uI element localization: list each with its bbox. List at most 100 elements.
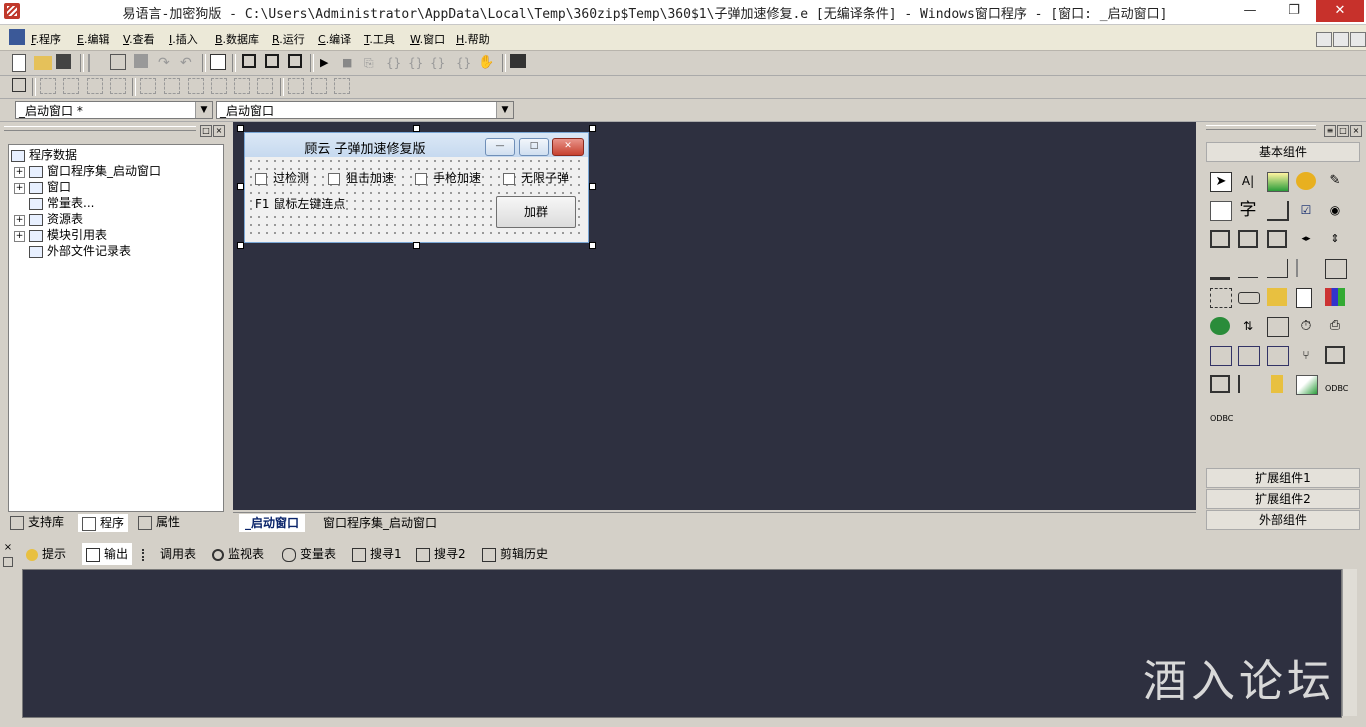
window-selector[interactable]: _启动窗口 * ▼ <box>15 101 213 119</box>
undo-icon[interactable]: ↶ <box>180 54 198 72</box>
menu-window[interactable]: W.窗口 <box>410 31 445 47</box>
copy-icon[interactable] <box>110 54 126 70</box>
component-selector[interactable]: _启动窗口 ▼ <box>216 101 514 119</box>
resize-handle[interactable] <box>413 125 420 132</box>
shape-icon[interactable] <box>1296 172 1316 190</box>
database-provider-icon[interactable] <box>1271 375 1283 393</box>
menu-compile[interactable]: C.编译 <box>318 31 351 47</box>
app-menu-icon[interactable] <box>9 29 25 45</box>
extension-components-1-header[interactable]: 扩展组件1 <box>1206 468 1360 488</box>
radio-button-icon[interactable]: ◉ <box>1325 201 1345 219</box>
expand-icon[interactable]: + <box>14 215 25 226</box>
align-left-icon[interactable] <box>40 78 56 94</box>
tab-support-library[interactable]: 支持库 <box>10 513 64 531</box>
step-over-icon[interactable]: {} <box>408 54 426 72</box>
client-socket-icon[interactable] <box>1210 346 1232 366</box>
tree-item-external-files[interactable]: 外部文件记录表 <box>29 243 131 259</box>
tab-search-2[interactable]: 搜寻2 <box>416 543 466 565</box>
step-into-icon[interactable]: {} <box>386 54 404 72</box>
folder-box-icon[interactable] <box>1267 288 1287 306</box>
panel-grip[interactable] <box>1206 125 1316 130</box>
panel-close-button[interactable]: × <box>213 125 225 137</box>
save-icon[interactable] <box>56 54 71 69</box>
checkbox-infinite-ammo[interactable]: 无限子弹 <box>503 169 569 186</box>
expand-icon[interactable]: + <box>14 231 25 242</box>
align-right-icon[interactable] <box>87 78 103 94</box>
tab-control-icon[interactable] <box>1267 259 1288 278</box>
table-icon[interactable] <box>1325 346 1345 364</box>
properties-icon[interactable] <box>12 78 26 92</box>
mdi-minimize-button[interactable] <box>1316 32 1332 47</box>
align-bottom-icon[interactable] <box>188 78 204 94</box>
step-out-icon[interactable]: {} <box>430 54 448 72</box>
timer-icon[interactable]: ⏱ <box>1296 317 1316 335</box>
same-size-vertical-icon[interactable] <box>311 78 327 94</box>
drawing-board-icon[interactable]: ✎ <box>1325 172 1345 190</box>
combo-box-icon[interactable] <box>1238 292 1260 304</box>
paste-icon[interactable] <box>134 54 148 68</box>
mdi-restore-button[interactable] <box>1333 32 1349 47</box>
minimize-button[interactable]: — <box>1228 0 1272 22</box>
resize-handle[interactable] <box>589 183 596 190</box>
menu-database[interactable]: B.数据库 <box>215 31 259 47</box>
tab-clipboard-history[interactable]: 剪辑历史 <box>482 543 548 565</box>
panel-icon[interactable] <box>1238 230 1258 248</box>
splitter-icon[interactable] <box>1296 259 1318 277</box>
data-packet-icon[interactable] <box>1267 346 1289 366</box>
form-preview[interactable]: 顾云 子弹加速修复版 — □ ✕ 过检测 狙击加速 手枪加速 无限子弹 F1 鼠… <box>244 132 589 243</box>
same-height-icon[interactable] <box>211 78 227 94</box>
frame-icon[interactable] <box>1210 230 1230 248</box>
align-center-icon[interactable] <box>63 78 79 94</box>
tab-output[interactable]: 输出 <box>82 543 133 565</box>
edit-box-icon[interactable] <box>1210 201 1232 221</box>
open-folder-icon[interactable] <box>34 56 52 70</box>
text-icon[interactable]: 字 <box>1238 201 1258 219</box>
redo-icon[interactable]: ↷ <box>158 54 176 72</box>
menu-edit[interactable]: E.编辑 <box>77 31 109 47</box>
mdi-close-button[interactable] <box>1350 32 1366 47</box>
hand-icon[interactable]: ✋ <box>478 54 496 72</box>
picture-box-icon[interactable] <box>1267 172 1289 192</box>
resize-handle[interactable] <box>237 183 244 190</box>
progress-bar-icon[interactable] <box>1210 259 1230 280</box>
center-vertical-icon[interactable] <box>164 78 180 94</box>
menu-program[interactable]: F.程序 <box>31 31 61 47</box>
debug-step-icon[interactable]: ⎘ <box>364 54 382 72</box>
checkbox-bypass[interactable]: 过检测 <box>255 169 309 186</box>
printer-icon[interactable]: ⎙ <box>1325 317 1345 335</box>
cut-icon[interactable] <box>88 54 102 72</box>
provider-icon[interactable] <box>1238 375 1260 393</box>
calendar-icon[interactable] <box>1210 288 1232 308</box>
image-list-icon[interactable] <box>1325 259 1347 279</box>
stop-icon[interactable]: ■ <box>342 54 360 72</box>
tab-hints[interactable]: 提示 <box>26 543 66 565</box>
resize-handle[interactable] <box>413 242 420 249</box>
color-picker-icon[interactable] <box>1325 288 1345 306</box>
odbc-source-icon[interactable]: ODBC <box>1210 404 1233 423</box>
close-button[interactable]: ✕ <box>1316 0 1364 22</box>
tree-item-constants[interactable]: 常量表... <box>29 195 94 211</box>
tab-variables[interactable]: 变量表 <box>282 543 336 565</box>
restore-button[interactable]: ❐ <box>1272 0 1316 22</box>
output-close-button[interactable]: × <box>3 543 13 553</box>
new-file-icon[interactable] <box>12 54 26 72</box>
tab-watch[interactable]: 监视表 <box>212 543 264 565</box>
date-picker-icon[interactable] <box>1267 317 1289 337</box>
vertical-scrollbar-icon[interactable]: ⇕ <box>1325 230 1345 248</box>
resize-handle[interactable] <box>589 125 596 132</box>
data-source-icon[interactable] <box>1210 375 1230 393</box>
find-icon[interactable] <box>210 54 226 70</box>
menu-tools[interactable]: T.工具 <box>364 31 395 47</box>
space-vertical-icon[interactable] <box>257 78 273 94</box>
checkbox-sniper[interactable]: 狙击加速 <box>328 169 394 186</box>
same-size-icon[interactable] <box>334 78 350 94</box>
resize-handle[interactable] <box>237 242 244 249</box>
pointer-icon[interactable]: ➤ <box>1210 172 1232 192</box>
space-horizontal-icon[interactable] <box>234 78 250 94</box>
tree-root[interactable]: 程序数据 <box>11 147 77 163</box>
center-horizontal-icon[interactable] <box>140 78 156 94</box>
expand-icon[interactable]: + <box>14 167 25 178</box>
chevron-down-icon[interactable]: ▼ <box>496 102 513 118</box>
layout-2-icon[interactable] <box>265 54 279 68</box>
tab-startup-window[interactable]: _启动窗口 <box>239 514 306 532</box>
